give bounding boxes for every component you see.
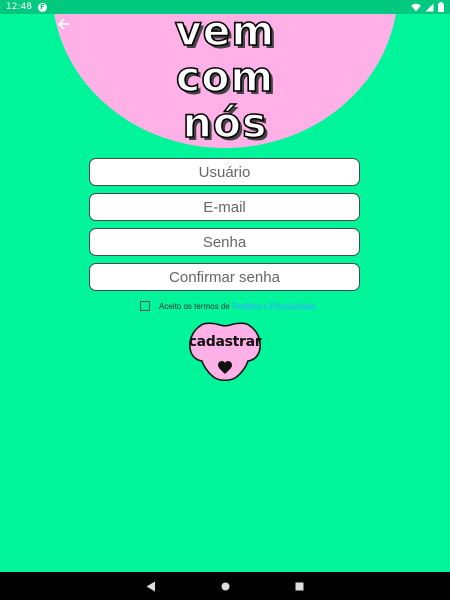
email-field[interactable]	[90, 194, 359, 220]
privacy-policy-link[interactable]: Política e Privacidade.	[233, 302, 317, 311]
terms-checkbox[interactable]	[140, 301, 150, 311]
title-line-1: vem	[174, 7, 276, 55]
terms-row: Aceito os termos de Política e Privacida…	[140, 299, 317, 313]
nav-back-button[interactable]	[145, 580, 157, 592]
password-field-wrapper	[89, 228, 360, 256]
navigation-bar	[0, 572, 450, 600]
status-right	[411, 2, 444, 12]
nav-recents-button[interactable]	[293, 580, 305, 592]
signal-icon	[425, 3, 434, 12]
terms-text: Aceito os termos de	[159, 301, 230, 311]
confirm-password-field-wrapper	[89, 263, 360, 291]
square-recents-icon	[295, 582, 303, 590]
register-button-label: cadastrar	[188, 334, 262, 350]
status-bar: 12:48 F	[0, 0, 450, 14]
password-field[interactable]	[90, 229, 359, 255]
confirm-password-field[interactable]	[90, 264, 359, 290]
wifi-icon	[411, 3, 421, 12]
circle-home-icon	[221, 582, 229, 590]
arrow-left-icon	[58, 18, 70, 30]
username-field[interactable]	[90, 159, 359, 185]
status-time: 12:48	[6, 2, 32, 12]
nav-home-button[interactable]	[219, 580, 231, 592]
back-button[interactable]	[56, 16, 72, 32]
battery-icon	[438, 2, 444, 12]
title-line-2: com	[175, 53, 275, 101]
username-field-wrapper	[89, 158, 360, 186]
page-title: vem com nós	[140, 7, 310, 147]
dog-head-shape-icon	[189, 322, 261, 382]
register-button[interactable]: cadastrar	[186, 320, 264, 384]
triangle-back-icon	[146, 581, 155, 591]
email-field-wrapper	[89, 193, 360, 221]
title-line-3: nós	[182, 99, 268, 147]
app-notification-icon: F	[37, 2, 47, 12]
status-left: 12:48 F	[6, 2, 47, 12]
